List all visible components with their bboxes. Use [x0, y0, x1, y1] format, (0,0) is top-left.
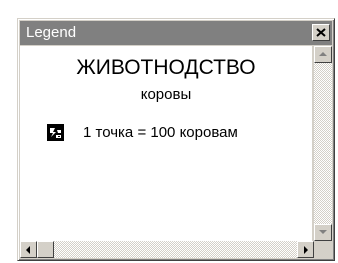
legend-item-label: 1 точка = 100 коровам	[83, 124, 238, 141]
arrow-up-icon	[319, 52, 327, 56]
close-button[interactable]	[312, 24, 330, 41]
scroll-up-button[interactable]	[314, 46, 332, 63]
legend-subheading: коровы	[140, 86, 192, 103]
arrow-left-icon	[26, 246, 30, 254]
close-x-icon	[316, 28, 326, 37]
scroll-right-button[interactable]	[297, 241, 314, 258]
arrow-down-icon	[319, 230, 327, 234]
arrow-right-icon	[304, 246, 308, 254]
legend-content: ЖИВОТНОДСТВО коровы 1 точка = 100 корова…	[20, 46, 312, 241]
vertical-scrollbar[interactable]	[314, 46, 332, 241]
scroll-left-button[interactable]	[20, 241, 37, 258]
scrollbar-corner	[314, 241, 332, 258]
horizontal-scroll-thumb[interactable]	[37, 241, 54, 258]
title-bar[interactable]: Legend	[20, 21, 332, 45]
horizontal-scrollbar[interactable]	[20, 241, 314, 258]
scroll-down-button[interactable]	[314, 224, 332, 241]
window-title: Legend	[26, 24, 77, 41]
legend-heading: ЖИВОТНОДСТВО	[76, 56, 256, 79]
legend-window: Legend ЖИВОТНОДСТВО коровы 1 точка = 100…	[17, 18, 335, 261]
dot-density-symbol-icon	[47, 124, 64, 141]
